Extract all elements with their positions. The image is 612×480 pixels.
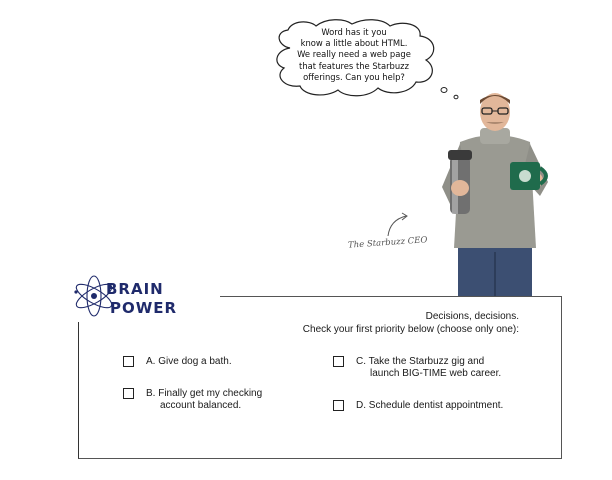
option-a[interactable]: A. Give dog a bath. bbox=[123, 356, 232, 368]
option-label: C. Take the Starbuzz gig and bbox=[356, 356, 485, 367]
option-c[interactable]: C. Take the Starbuzz gig and launch BIG-… bbox=[333, 356, 501, 380]
option-label-continued: launch BIG-TIME web career. bbox=[370, 368, 502, 379]
brain-text: BRAIN bbox=[106, 280, 164, 298]
thought-line: Word has it you bbox=[321, 27, 387, 37]
checkbox[interactable] bbox=[123, 356, 134, 367]
option-label: B. Finally get my checking bbox=[146, 388, 263, 399]
option-label: D. Schedule dentist appointment. bbox=[356, 400, 504, 411]
thought-line: We really need a web page bbox=[297, 49, 411, 60]
option-b[interactable]: B. Finally get my checking account balan… bbox=[123, 388, 262, 412]
ceo-caption: The Starbuzz CEO bbox=[347, 235, 428, 251]
brain-power-logo: BRAIN POWER bbox=[70, 272, 220, 322]
power-text: POWER bbox=[110, 299, 177, 317]
panel-instructions: Check your first priority below (choose … bbox=[302, 324, 519, 335]
starbuzz-ceo-illustration bbox=[442, 93, 548, 297]
thought-line: that features the Starbuzz bbox=[299, 60, 409, 71]
checkbox[interactable] bbox=[333, 356, 344, 367]
option-d[interactable]: D. Schedule dentist appointment. bbox=[333, 400, 503, 412]
checkbox[interactable] bbox=[333, 400, 344, 411]
option-label: A. Give dog a bath. bbox=[146, 356, 232, 367]
thought-bubble-text: Word has it you know a little about HTML… bbox=[288, 27, 420, 83]
checkbox[interactable] bbox=[123, 388, 134, 399]
thought-line: offerings. Can you help? bbox=[303, 71, 405, 82]
thought-line: know a little about HTML. bbox=[300, 38, 408, 49]
option-label-continued: account balanced. bbox=[160, 400, 242, 411]
panel-title: Decisions, decisions. bbox=[425, 311, 519, 322]
